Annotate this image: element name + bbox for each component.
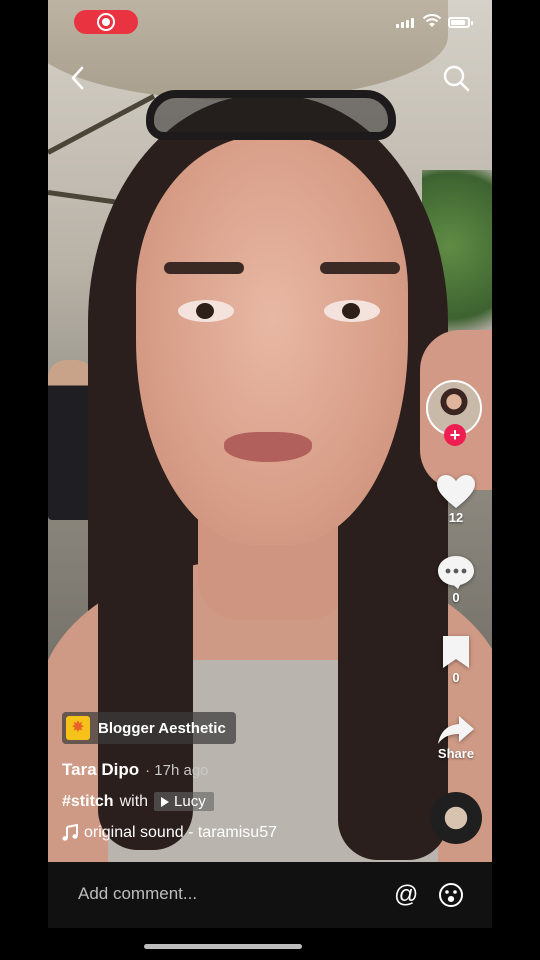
caption: #stitch with Lucy (62, 792, 214, 811)
follow-button[interactable]: + (444, 424, 466, 446)
music-note-icon (62, 824, 78, 841)
caption-text: with (119, 792, 149, 810)
eyebrow-left (164, 262, 244, 274)
wifi-icon (422, 14, 442, 27)
share-label: Share (437, 746, 475, 761)
back-chevron-icon[interactable] (66, 64, 90, 92)
bookmark-icon (443, 636, 469, 668)
stitch-source-chip[interactable]: Lucy (154, 792, 214, 811)
save-button[interactable]: 0 (426, 634, 486, 685)
author-name[interactable]: Tara Dipo (62, 760, 139, 780)
sound-link[interactable]: original sound - taramisu57 (62, 824, 277, 842)
face (136, 135, 408, 545)
umbrella-strut (48, 93, 156, 155)
cellular-signal-icon (396, 18, 414, 28)
sunglasses (146, 90, 396, 140)
share-arrow-icon (438, 716, 474, 744)
search-icon[interactable] (442, 64, 470, 92)
screen-recording-indicator[interactable] (74, 10, 138, 34)
music-disc-icon[interactable] (430, 792, 482, 844)
comment-bar: Add comment... @ (48, 862, 492, 928)
eye-right (324, 300, 380, 322)
eyebrow-right (320, 262, 400, 274)
comment-input[interactable]: Add comment... (78, 884, 197, 904)
comment-bubble-icon (438, 556, 474, 589)
comment-count: 0 (452, 590, 460, 605)
effect-tag[interactable]: ✸ Blogger Aesthetic (62, 712, 236, 744)
record-icon (97, 13, 115, 31)
save-count: 0 (452, 670, 460, 685)
play-icon (161, 796, 170, 807)
post-time: · 17h ago (145, 762, 209, 779)
like-count: 12 (448, 510, 464, 525)
heart-icon (437, 475, 475, 508)
comment-button[interactable]: 0 (426, 554, 486, 605)
phone-screen: + 12 0 0 Share ✸ Blogger Aesthetic Tara … (48, 0, 492, 960)
like-button[interactable]: 12 (426, 474, 486, 525)
mouth (224, 432, 312, 462)
home-indicator[interactable] (144, 944, 302, 949)
battery-icon (448, 17, 473, 28)
braid-left (98, 440, 193, 850)
author-row: Tara Dipo · 17h ago (62, 760, 209, 780)
sound-name: original sound - taramisu57 (84, 824, 277, 841)
stitch-username: Lucy (174, 793, 206, 810)
creator-avatar-button[interactable]: + (426, 380, 484, 450)
emoji-icon[interactable] (438, 882, 464, 908)
effect-label: Blogger Aesthetic (98, 719, 226, 737)
hashtag-link[interactable]: #stitch (62, 793, 114, 811)
share-button[interactable]: Share (426, 714, 486, 761)
eye-left (178, 300, 234, 322)
effect-sparkle-icon: ✸ (66, 716, 90, 740)
mention-button[interactable]: @ (394, 882, 420, 908)
